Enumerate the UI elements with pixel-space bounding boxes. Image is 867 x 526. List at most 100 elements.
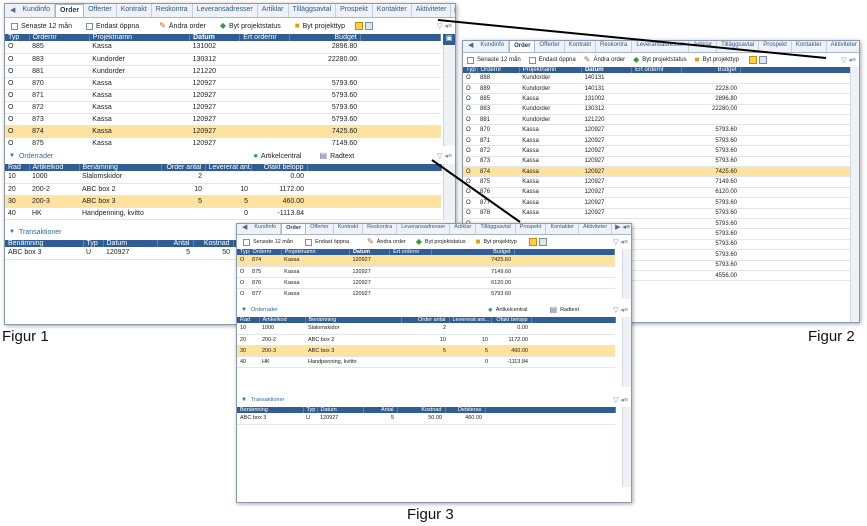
tab-reskontra[interactable]: Reskontra [152, 4, 193, 17]
column-header-artnr[interactable]: Artikelkod [29, 164, 80, 171]
tab-aktiviteter[interactable]: Aktiviteter [827, 41, 859, 52]
tab-kontrakt[interactable]: Kontrakt [117, 4, 152, 17]
table-row[interactable]: O 883 Kundorder 130312 22280.00 [5, 53, 441, 66]
table-row[interactable]: O 875 Kassa 120927 7149.60 [463, 176, 851, 188]
tab-tilläggsavtal[interactable]: Tilläggsavtal [289, 4, 337, 17]
table-row[interactable]: O 888 Kundorder 140131 [463, 73, 851, 84]
radtext-button[interactable]: ▤ Radtext [550, 306, 580, 314]
filter-icon[interactable]: ▽ ◂≡ [841, 56, 856, 64]
column-header-antal[interactable]: Antal [157, 240, 194, 247]
tab-kundinfo[interactable]: Kundinfo [250, 224, 282, 234]
tab-scroll-left-icon[interactable]: ◀ [465, 41, 476, 52]
tab-leveransadresser[interactable]: Leveransadresser [397, 224, 451, 234]
artikelcentral-button[interactable]: ● Artikelcentral [253, 152, 301, 160]
table-row[interactable]: 40 HK Handpenning, kvitto 0 -1113.84 [5, 207, 441, 220]
table-row[interactable]: O 873 Kassa 120927 5793.60 [463, 156, 851, 168]
tab-aktiviteter[interactable]: Aktiviteter [579, 224, 613, 234]
table-row[interactable]: O 874 Kassa 120927 7425.60 [5, 125, 441, 138]
column-header-belopp[interactable]: Ofakt belopp [491, 317, 532, 323]
only-open-checkbox[interactable]: Endast öppna [85, 22, 139, 30]
last-12-months-checkbox[interactable]: Senaste 12 mån [467, 56, 521, 64]
orderrader-section-header[interactable]: ▼ Orderrader ● Artikelcentral ▤ Radtext ▽ … [5, 148, 455, 164]
table-row[interactable]: O 870 Kassa 120927 5793.60 [5, 77, 441, 90]
table-row[interactable]: 30 200-3 ABC box 3 5 5 460.00 [237, 345, 615, 357]
export-icon[interactable] [365, 22, 374, 30]
column-header-typ[interactable]: Typ [463, 67, 478, 73]
switch-type-button[interactable]: ■ Byt projekttyp [476, 238, 517, 246]
tab-kontrakt[interactable]: Kontrakt [334, 224, 364, 234]
table-row[interactable]: O 875 Kassa 120927 7149.60 [5, 137, 441, 146]
table-row[interactable]: O 872 Kassa 120927 5793.60 [463, 145, 851, 157]
tab-order[interactable]: Order [55, 4, 85, 17]
column-header-ben[interactable]: Benämning [79, 164, 162, 171]
export-icon[interactable] [758, 56, 767, 64]
tab-prospekt[interactable]: Prospekt [516, 224, 547, 234]
tab-scroll-left-icon[interactable]: ◀ [7, 5, 18, 17]
tab-artiklar[interactable]: Artiklar [689, 41, 718, 52]
table-row[interactable]: O 883 Kundorder 130312 22280.00 [463, 104, 851, 116]
switch-type-button[interactable]: ■ Byt projekttyp [695, 56, 739, 64]
only-open-checkbox[interactable]: Endast öppna [528, 56, 576, 64]
table-row[interactable]: 20 200-2 ABC box 2 10 10 1172.00 [237, 334, 615, 346]
table-row[interactable]: 30 200-3 ABC box 3 5 5 460.00 [5, 195, 441, 208]
tab-tilläggsavtal[interactable]: Tilläggsavtal [717, 41, 760, 52]
settings-icon[interactable] [355, 22, 364, 30]
table-row[interactable]: 20 200-2 ABC box 2 10 10 1172.00 [5, 183, 441, 196]
column-header-belopp[interactable]: Ofakt belopp [251, 164, 308, 171]
tab-leveransadresser[interactable]: Leveransadresser [193, 4, 258, 17]
table-row[interactable]: O 877 Kassa 120927 5793.60 [237, 288, 615, 299]
table-row[interactable]: 40 HK Handpenning, kvitto 0 -1113.84 [237, 356, 615, 368]
filter-icon[interactable]: ▽ ◂≡ [613, 396, 628, 404]
column-header-antal[interactable]: Order antal [161, 164, 206, 171]
column-header-datum[interactable]: Datum [189, 34, 241, 41]
vertical-scrollbar[interactable] [622, 407, 631, 487]
tab-kontakter[interactable]: Kontakter [546, 224, 579, 234]
column-chooser-icon[interactable]: ▣ [443, 34, 455, 45]
collapse-arrow-icon[interactable]: ▼ [9, 229, 15, 235]
table-row[interactable]: 10 1000 Slalomskidor 2 0.00 [237, 323, 615, 335]
column-header-ert[interactable]: Ert ordernr [239, 34, 291, 41]
vertical-scrollbar[interactable] [850, 67, 859, 322]
switch-status-button[interactable]: ◆ Byt projektstatus [416, 238, 466, 246]
column-header-rad[interactable]: Rad [5, 164, 30, 171]
column-header-lev[interactable]: Levererat ant... [205, 164, 252, 171]
tab-scroll-left-icon[interactable]: ◀ [239, 224, 250, 234]
change-order-button[interactable]: ✎ Ändra order [159, 22, 206, 30]
transaktioner-section-header[interactable]: ▼ Transaktioner ▽ ◂≡ [237, 393, 631, 407]
tab-leveransadresser[interactable]: Leveransadresser [632, 41, 690, 52]
tab-artiklar[interactable]: Artiklar [450, 224, 477, 234]
table-row[interactable]: O 877 Kassa 120927 5793.60 [463, 197, 851, 209]
column-header-datum[interactable]: Datum [103, 240, 158, 247]
tab-offerter[interactable]: Offerter [306, 224, 334, 234]
column-header-typ[interactable]: Typ [5, 34, 30, 41]
last-12-months-checkbox[interactable]: Senaste 12 mån [243, 238, 293, 246]
column-header-typ[interactable]: Typ [83, 240, 104, 247]
table-row[interactable]: O 881 Kundorder 121220 [5, 65, 441, 78]
tab-kundinfo[interactable]: Kundinfo [18, 4, 56, 17]
vertical-scrollbar[interactable] [622, 317, 631, 387]
orderrader-section-header[interactable]: ▼ Orderrader ● Artikelcentral ▤ Radtext ▽ … [237, 303, 631, 317]
tab-reskontra[interactable]: Reskontra [596, 41, 633, 52]
collapse-arrow-icon[interactable]: ▼ [241, 397, 247, 403]
tab-order[interactable]: Order [281, 224, 307, 234]
tab-prospekt[interactable]: Prospekt [759, 41, 792, 52]
change-order-button[interactable]: ✎ Ändra order [584, 56, 625, 64]
tab-kontrakt[interactable]: Kontrakt [565, 41, 597, 52]
tab-artiklar[interactable]: Artiklar [258, 4, 289, 17]
table-row[interactable]: 10 1000 Slalomskidor 2 0.00 [5, 171, 441, 184]
only-open-checkbox[interactable]: Endast öppna [305, 238, 349, 246]
column-header-kost[interactable]: Kostnad [193, 240, 234, 247]
artikelcentral-button[interactable]: ● Artikelcentral [488, 306, 528, 314]
vertical-scrollbar[interactable] [443, 164, 455, 220]
table-row[interactable]: ABC box 3 U 120927 5 50.00 460.00 [237, 413, 615, 425]
tab-kontakter[interactable]: Kontakter [373, 4, 412, 17]
tab-scroll-right-icon[interactable]: ▶ ◂≡ [451, 5, 455, 17]
switch-status-button[interactable]: ◆ Byt projektstatus [220, 22, 281, 30]
table-row[interactable]: O 876 Kassa 120927 6120.00 [463, 187, 851, 199]
tab-order[interactable]: Order [509, 41, 536, 52]
table-row[interactable]: O 870 Kassa 120927 5793.60 [463, 124, 851, 136]
radtext-button[interactable]: ▤ Radtext [320, 152, 355, 160]
table-row[interactable]: O 874 Kassa 120927 7425.60 [463, 166, 851, 178]
vertical-scrollbar[interactable] [443, 34, 455, 146]
table-row[interactable]: O 881 Kundorder 121220 [463, 114, 851, 126]
